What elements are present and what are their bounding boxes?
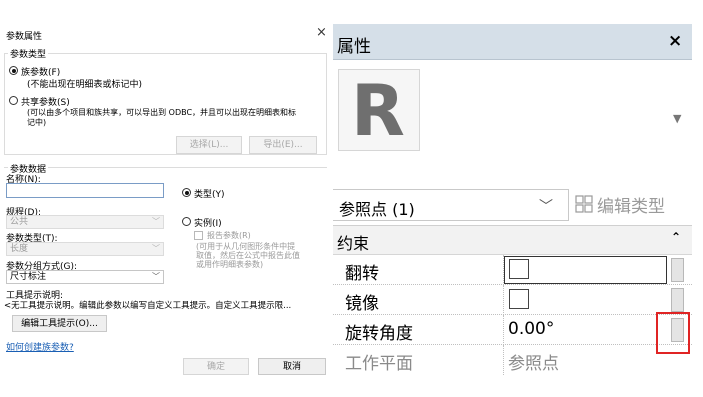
properties-panel: 属性 × R ▼ 参照点 (1) ﹀ 编辑类型 约束 ⌃ 翻转 镜像 旋转角度 … — [333, 24, 692, 397]
name-input[interactable] — [6, 183, 164, 198]
instance-radio-label[interactable]: 实例(I) — [194, 216, 222, 229]
family-param-radio[interactable] — [9, 66, 18, 75]
group-select[interactable]: 尺寸标注 ﹀ — [6, 270, 164, 284]
revit-logo-icon: R — [338, 69, 420, 152]
export-button[interactable]: 导出(E)... — [249, 136, 317, 154]
shared-param-note-2: 记中) — [27, 118, 47, 127]
discipline-select[interactable]: 公共 ﹀ — [6, 215, 164, 229]
discipline-value: 公共 — [10, 217, 29, 227]
property-row-flip: 翻转 — [333, 255, 692, 285]
edit-type-icon — [575, 195, 593, 213]
group-value: 尺寸标注 — [10, 272, 47, 282]
type-radio[interactable] — [182, 188, 191, 197]
section-title: 约束 — [337, 234, 370, 253]
param-type-group-label: 参数类型 — [8, 47, 49, 60]
chevron-down-icon: ﹀ — [152, 217, 160, 226]
properties-title: 属性 — [337, 37, 371, 57]
mirror-checkbox[interactable] — [509, 289, 529, 309]
edit-type-button[interactable]: 编辑类型 — [597, 192, 665, 217]
close-icon[interactable]: × — [668, 31, 682, 51]
report-param-label[interactable]: 报告参数(R) — [207, 230, 251, 241]
edit-tooltip-button[interactable]: 编辑工具提示(O)... — [12, 315, 107, 332]
collapse-icon[interactable]: ⌃ — [671, 230, 681, 244]
column-divider — [503, 285, 504, 315]
instance-radio[interactable] — [182, 217, 191, 226]
workplane-value: 参照点 — [508, 354, 559, 374]
property-row-mirror: 镜像 — [333, 285, 692, 315]
type-selector-bar: 参照点 (1) ﹀ 编辑类型 — [333, 184, 692, 226]
property-name: 翻转 — [345, 264, 379, 284]
type-radio-label[interactable]: 类型(Y) — [194, 187, 225, 200]
family-param-note: (不能出现在明细表或标记中) — [27, 80, 143, 90]
property-row-workplane: 工作平面 参照点 — [333, 345, 692, 375]
flip-param-button[interactable] — [671, 258, 684, 282]
property-name: 旋转角度 — [345, 324, 413, 344]
revit-logo-letter: R — [351, 70, 405, 152]
property-name: 镜像 — [345, 294, 379, 314]
parameter-properties-dialog: 参数属性 × 参数类型 族参数(F) (不能出现在明细表或标记中) 共享参数(S… — [0, 24, 333, 397]
shared-param-radio[interactable] — [9, 96, 18, 105]
dialog-title: 参数属性 — [6, 32, 43, 42]
dialog-close-icon[interactable]: × — [316, 25, 327, 40]
param-type-value: 长度 — [10, 244, 29, 254]
chevron-down-icon: ﹀ — [152, 272, 160, 281]
property-row-rotation: 旋转角度 0.00° — [333, 315, 692, 345]
property-name: 工作平面 — [345, 354, 413, 374]
cancel-button[interactable]: 取消 — [258, 358, 326, 375]
select-button[interactable]: 选择(L)... — [176, 136, 242, 154]
column-divider — [503, 345, 504, 375]
rotation-value[interactable]: 0.00° — [508, 319, 554, 339]
chevron-down-icon: ﹀ — [152, 244, 160, 253]
chevron-down-icon: ﹀ — [539, 199, 553, 215]
expand-preview-icon[interactable]: ▼ — [673, 112, 681, 125]
report-note-3: 或用作明细表参数) — [196, 260, 264, 269]
param-type-select[interactable]: 长度 ﹀ — [6, 242, 164, 256]
flip-checkbox[interactable] — [509, 259, 529, 279]
column-divider — [503, 315, 504, 345]
constraints-section-header[interactable]: 约束 ⌃ — [333, 226, 692, 255]
type-selector-value: 参照点 (1) — [339, 200, 415, 219]
shared-param-note-1: (可以由多个项目和族共享，可以导出到 ODBC，并且可以出现在明细表和标 — [27, 108, 297, 117]
type-selector-dropdown[interactable]: 参照点 (1) ﹀ — [333, 189, 569, 221]
properties-header: 属性 × — [333, 24, 692, 60]
tooltip-value: <无工具提示说明。编辑此参数以编写自定义工具提示。自定义工具提示限... — [4, 301, 292, 311]
report-param-checkbox[interactable] — [194, 231, 203, 240]
highlight-box — [656, 312, 690, 354]
ok-button[interactable]: 确定 — [183, 358, 249, 375]
help-link[interactable]: 如何创建族参数? — [6, 340, 74, 353]
mirror-param-button[interactable] — [671, 288, 684, 312]
